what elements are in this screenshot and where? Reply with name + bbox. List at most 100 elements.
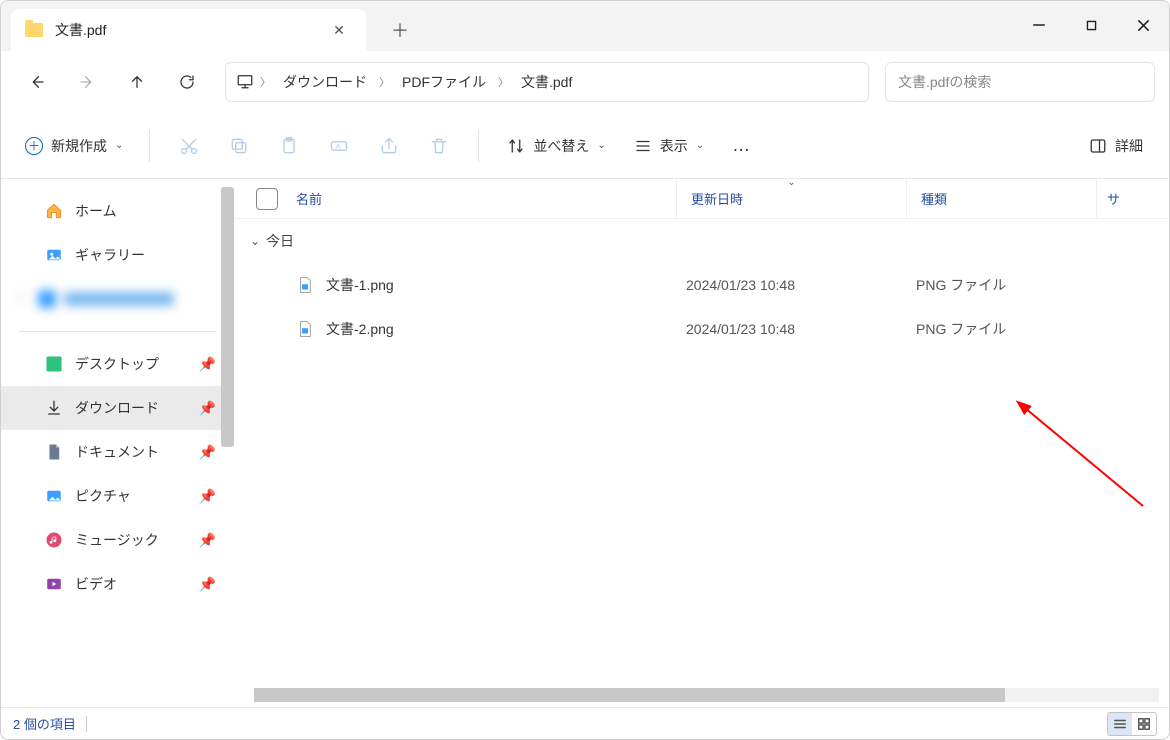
copy-icon[interactable] [214, 127, 264, 165]
minimize-button[interactable] [1013, 1, 1065, 49]
music-icon [45, 531, 63, 549]
desktop-icon [45, 355, 63, 373]
up-button[interactable] [115, 64, 159, 100]
sidebar-item-gallery[interactable]: ギャラリー [1, 233, 234, 277]
status-bar: 2 個の項目 [1, 707, 1169, 739]
pin-icon: 📌 [199, 444, 216, 461]
sidebar-label: ホーム [75, 201, 117, 221]
group-label: 今日 [266, 231, 294, 251]
file-row[interactable]: 文書-2.png 2024/01/23 10:48 PNG ファイル [234, 307, 1169, 351]
divider [19, 331, 216, 332]
sidebar-item-videos[interactable]: ビデオ 📌 [1, 562, 234, 606]
sidebar-label [64, 292, 174, 306]
details-label: 詳細 [1115, 136, 1143, 156]
group-today[interactable]: ⌄ 今日 [234, 219, 1169, 263]
chevron-down-icon: ⌄ [115, 140, 123, 151]
select-all-checkbox[interactable] [256, 188, 278, 210]
sidebar-label: デスクトップ [75, 354, 159, 374]
svg-text:A: A [336, 141, 341, 150]
column-name[interactable]: 名前 [296, 189, 676, 208]
titlebar: 文書.pdf ✕ ＋ [1, 1, 1169, 51]
details-view-button[interactable] [1108, 713, 1132, 735]
sidebar-item-pictures[interactable]: ピクチャ 📌 [1, 474, 234, 518]
new-label: 新規作成 [51, 136, 107, 156]
document-icon [45, 443, 63, 461]
file-date: 2024/01/23 10:48 [686, 277, 916, 293]
file-row[interactable]: 文書-1.png 2024/01/23 10:48 PNG ファイル [234, 263, 1169, 307]
sidebar: ホーム ギャラリー デスクトップ 📌 ダウンロード 📌 [1, 179, 234, 707]
more-button[interactable]: … [722, 127, 762, 165]
separator [86, 716, 87, 732]
tiles-view-button[interactable] [1132, 713, 1156, 735]
back-button[interactable] [15, 64, 59, 100]
address-bar[interactable]: 〉 ダウンロード 〉 PDFファイル 〉 文書.pdf [225, 62, 869, 102]
cut-icon[interactable] [164, 127, 214, 165]
window-tab[interactable]: 文書.pdf ✕ [11, 9, 366, 51]
search-input[interactable] [898, 74, 1142, 90]
toolbar: ＋ 新規作成 ⌄ A 並べ替え ⌄ 表示 ⌄ … 詳細 [1, 113, 1169, 179]
window-controls [1013, 1, 1169, 49]
png-file-icon [296, 320, 314, 338]
chevron-down-icon: ⌄ [696, 140, 704, 151]
chevron-down-icon: ⌄ [597, 140, 605, 151]
sort-button[interactable]: 並べ替え ⌄ [497, 127, 615, 165]
tab-close-button[interactable]: ✕ [326, 17, 352, 43]
body: ホーム ギャラリー デスクトップ 📌 ダウンロード 📌 [1, 179, 1169, 707]
sort-indicator-icon: ⌄ [787, 179, 795, 188]
sidebar-item-music[interactable]: ミュージック 📌 [1, 518, 234, 562]
pin-icon: 📌 [199, 400, 216, 417]
details-pane-button[interactable]: 詳細 [1089, 136, 1143, 156]
close-window-button[interactable] [1117, 1, 1169, 49]
horizontal-scrollbar[interactable] [254, 687, 1159, 703]
sidebar-label: ビデオ [75, 574, 117, 594]
sidebar-scrollbar[interactable] [221, 187, 234, 447]
chevron-down-icon: ⌄ [250, 234, 260, 248]
sidebar-item-downloads[interactable]: ダウンロード 📌 [1, 386, 234, 430]
paste-icon[interactable] [264, 127, 314, 165]
column-date[interactable]: ⌄ 更新日時 [676, 179, 906, 218]
download-icon [45, 399, 63, 417]
png-file-icon [296, 276, 314, 294]
cloud-icon [38, 290, 56, 308]
chevron-right-icon: 〉 [258, 74, 273, 90]
sort-label: 並べ替え [533, 136, 589, 156]
file-name: 文書-2.png [326, 319, 686, 339]
path-seg-current[interactable]: 文書.pdf [515, 68, 578, 96]
sidebar-label: ピクチャ [75, 486, 131, 506]
separator [478, 130, 479, 162]
path-seg-pdffiles[interactable]: PDFファイル [396, 68, 492, 96]
sidebar-item-desktop[interactable]: デスクトップ 📌 [1, 342, 234, 386]
search-box[interactable] [885, 62, 1155, 102]
sidebar-label: ダウンロード [75, 398, 159, 418]
sidebar-item-hidden[interactable] [1, 277, 234, 321]
new-tab-button[interactable]: ＋ [382, 12, 418, 48]
column-size[interactable]: サ [1096, 179, 1146, 218]
sidebar-item-home[interactable]: ホーム [1, 189, 234, 233]
chevron-right-icon: 〉 [377, 74, 392, 90]
home-icon [45, 202, 63, 220]
nav-row: 〉 ダウンロード 〉 PDFファイル 〉 文書.pdf [1, 51, 1169, 113]
sidebar-item-documents[interactable]: ドキュメント 📌 [1, 430, 234, 474]
file-list: 名前 ⌄ 更新日時 種類 サ ⌄ 今日 文書-1.png 2024/01/23 … [234, 179, 1169, 707]
forward-button[interactable] [65, 64, 109, 100]
tab-title: 文書.pdf [55, 20, 326, 40]
picture-icon [45, 487, 63, 505]
gallery-icon [45, 246, 63, 264]
pin-icon: 📌 [199, 488, 216, 505]
file-date: 2024/01/23 10:48 [686, 321, 916, 337]
video-icon [45, 575, 63, 593]
view-button[interactable]: 表示 ⌄ [624, 127, 714, 165]
maximize-button[interactable] [1065, 1, 1117, 49]
column-type[interactable]: 種類 [906, 179, 1096, 218]
share-icon[interactable] [364, 127, 414, 165]
new-button[interactable]: ＋ 新規作成 ⌄ [13, 127, 135, 165]
delete-icon[interactable] [414, 127, 464, 165]
rename-icon[interactable]: A [314, 127, 364, 165]
separator [149, 130, 150, 162]
path-seg-downloads[interactable]: ダウンロード [277, 68, 373, 96]
more-icon: … [732, 135, 752, 156]
plus-circle-icon: ＋ [25, 137, 43, 155]
pin-icon: 📌 [199, 356, 216, 373]
refresh-button[interactable] [165, 64, 209, 100]
file-type: PNG ファイル [916, 319, 1106, 339]
